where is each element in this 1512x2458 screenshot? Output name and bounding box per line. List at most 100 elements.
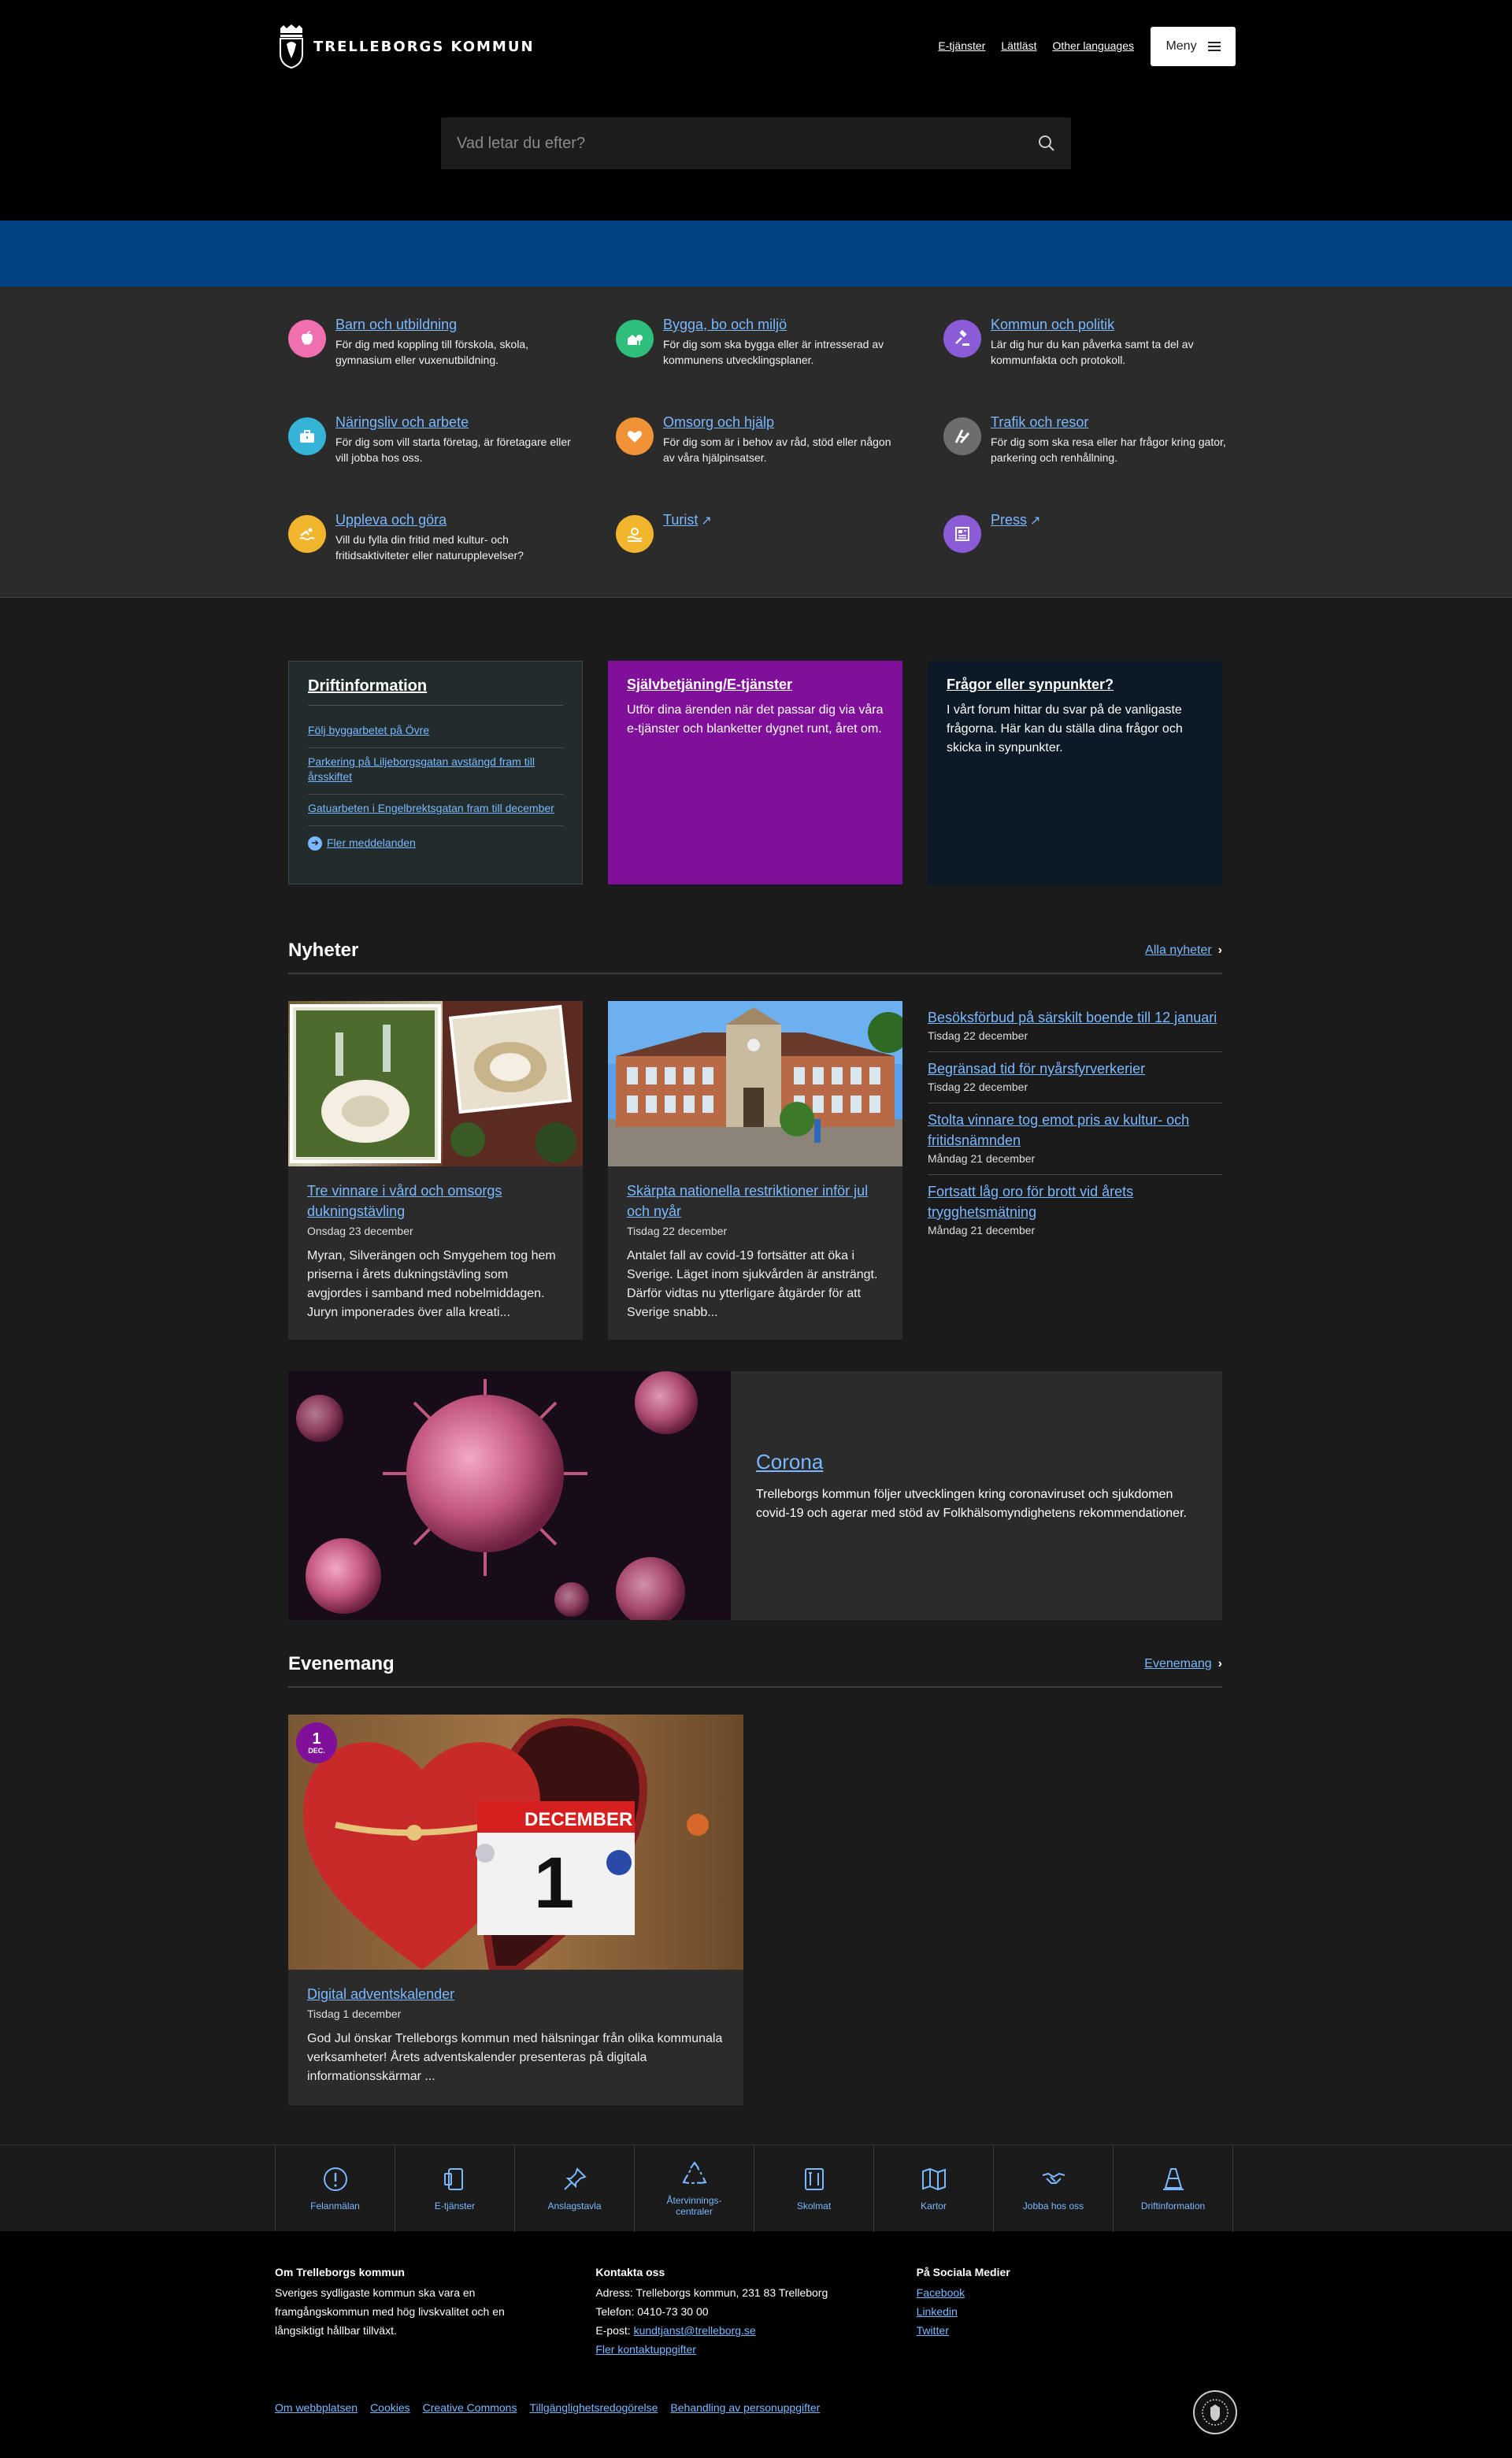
news-card[interactable]: Skärpta nationella restriktioner inför j…	[608, 1001, 902, 1340]
link-e-tjanster[interactable]: E-tjänster	[938, 39, 985, 52]
category-trafik-och-resor[interactable]: Trafik och resor För dig som ska resa ell…	[943, 414, 1251, 484]
category-title[interactable]: Bygga, bo och miljö	[663, 317, 787, 333]
linkedin-link[interactable]: Linkedin	[917, 2302, 1237, 2321]
more-messages-link[interactable]: ➜ Fler meddelanden	[308, 826, 563, 860]
swimmer-icon	[288, 515, 326, 553]
category-press[interactable]: Press ↗	[943, 512, 1251, 581]
drift-item[interactable]: Följ byggarbetet på Övre	[308, 717, 563, 748]
gavel-icon	[943, 320, 981, 358]
event-date-badge: 1 DEC.	[296, 1722, 337, 1763]
drift-item[interactable]: Parkering på Liljeborgsgatan avstängd fr…	[308, 748, 563, 795]
quicklink-label: Jobba hos oss	[1022, 2200, 1084, 2211]
footer-email-link[interactable]: kundtjanst@trelleborg.se	[634, 2324, 756, 2337]
category-title[interactable]: Omsorg och hjälp	[663, 414, 774, 431]
quicklink-label: Kartor	[921, 2200, 947, 2211]
feedback-title[interactable]: Frågor eller synpunkter?	[947, 677, 1203, 693]
exclamation-icon	[323, 2167, 347, 2191]
self-service-box[interactable]: Självbetjäning/E-tjänster Utför dina äre…	[608, 661, 902, 884]
self-service-text: Utför dina ärenden när det passar dig vi…	[627, 703, 884, 736]
news-title[interactable]: Tre vinnare i vård och omsorgs dukningst…	[307, 1181, 564, 1222]
quicklink-driftinformation[interactable]: Driftinformation	[1114, 2145, 1233, 2232]
external-link-icon: ↗	[1030, 514, 1041, 528]
category-uppleva-och-gora[interactable]: Uppleva och göra Vill du fylla din fritid…	[288, 512, 616, 581]
corona-title[interactable]: Corona	[756, 1450, 1197, 1474]
category-title[interactable]: Press	[991, 512, 1027, 528]
facebook-link[interactable]: Facebook	[917, 2283, 1237, 2302]
news-list-date: Måndag 21 december	[928, 1152, 1036, 1165]
news-list-item[interactable]: Begränsad tid för nyårsfyrverkerier Tisd…	[928, 1052, 1222, 1103]
quicklink-jobba-hos-oss[interactable]: Jobba hos oss	[994, 2145, 1114, 2232]
quicklink-atervinningscentraler[interactable]: Återvinnings- centraler	[635, 2145, 754, 2232]
category-title[interactable]: Uppleva och göra	[335, 512, 447, 528]
search-icon[interactable]	[1038, 135, 1055, 152]
link-om-webbplatsen[interactable]: Om webbplatsen	[275, 2401, 358, 2414]
link-creative-commons[interactable]: Creative Commons	[423, 2401, 517, 2414]
event-card[interactable]: DECEMBER 1 1 DEC. Digital adventskalende…	[288, 1715, 743, 2105]
menu-button[interactable]: Meny	[1151, 27, 1236, 66]
news-list-date: Måndag 21 december	[928, 1224, 1036, 1236]
category-desc: För dig som är i behov av råd, stöd elle…	[663, 436, 891, 464]
category-title[interactable]: Kommun och politik	[991, 317, 1114, 333]
link-behandling-av-personuppgifter[interactable]: Behandling av personuppgifter	[670, 2401, 820, 2414]
footer-about-title: Om Trelleborgs kommun	[275, 2266, 405, 2278]
link-tillganglighetsredogorelse[interactable]: Tillgänglighetsredogörelse	[529, 2401, 658, 2414]
category-barn-och-utbildning[interactable]: Barn och utbildning För dig med koppling …	[288, 317, 616, 386]
news-list-item[interactable]: Besöksförbud på särskilt boende till 12 …	[928, 1001, 1222, 1052]
link-other-languages[interactable]: Other languages	[1052, 39, 1134, 52]
category-turist[interactable]: Turist ↗	[616, 512, 943, 581]
news-list-title[interactable]: Besöksförbud på särskilt boende till 12 …	[928, 1007, 1222, 1028]
category-naringsliv-och-arbete[interactable]: Näringsliv och arbete För dig som vill st…	[288, 414, 616, 484]
virus-image	[288, 1371, 731, 1620]
category-desc: För dig som ska resa eller har frågor kr…	[991, 436, 1226, 464]
link-lattlast[interactable]: Lättläst	[1001, 39, 1036, 52]
chevron-right-icon: ›	[1217, 944, 1222, 957]
category-desc: För dig som ska bygga eller är intresser…	[663, 338, 884, 366]
footer-more-contact-link[interactable]: Fler kontaktuppgifter	[595, 2343, 696, 2356]
quicklink-anslagstavla[interactable]: Anslagstavla	[515, 2145, 635, 2232]
tablet-icon	[443, 2168, 463, 2190]
top-links: E-tjänster Lättläst Other languages	[938, 39, 1134, 52]
category-title[interactable]: Näringsliv och arbete	[335, 414, 469, 431]
category-title[interactable]: Turist	[663, 512, 698, 528]
footer-social: På Sociala Medier Facebook Linkedin Twit…	[917, 2263, 1237, 2359]
chevron-right-icon: ›	[1217, 1657, 1222, 1670]
link-cookies[interactable]: Cookies	[370, 2401, 410, 2414]
category-kommun-och-politik[interactable]: Kommun och politik Lär dig hur du kan påv…	[943, 317, 1251, 386]
search-bar[interactable]: Vad letar du efter?	[441, 117, 1071, 169]
quicklink-e-tjanster[interactable]: E-tjänster	[395, 2145, 515, 2232]
quicklink-felanmalan[interactable]: Felanmälan	[276, 2145, 395, 2232]
all-events-link[interactable]: Evenemang ›	[1144, 1657, 1222, 1671]
all-news-link[interactable]: Alla nyheter ›	[1145, 944, 1222, 958]
news-list-item[interactable]: Fortsatt låg oro för brott vid årets try…	[928, 1175, 1222, 1246]
news-header: Nyheter Alla nyheter ›	[288, 940, 1222, 974]
twitter-link[interactable]: Twitter	[917, 2321, 1237, 2340]
recycle-icon	[681, 2161, 707, 2184]
category-omsorg-och-hjalp[interactable]: Omsorg och hjälp För dig som är i behov a…	[616, 414, 943, 484]
category-desc: För dig som vill starta företag, är före…	[335, 436, 571, 464]
news-list-item[interactable]: Stolta vinnare tog emot pris av kultur- …	[928, 1103, 1222, 1175]
news-card[interactable]: Tre vinnare i vård och omsorgs dukningst…	[288, 1001, 583, 1340]
corona-banner[interactable]: Corona Trelleborgs kommun följer utveckl…	[288, 1371, 1222, 1620]
drift-item[interactable]: Gatuarbeten i Engelbrektsgatan fram till…	[308, 795, 563, 826]
drift-title[interactable]: Driftinformation	[308, 677, 563, 706]
news-image-table-setting	[288, 1001, 583, 1166]
news-section: Tre vinnare i vård och omsorgs dukningst…	[288, 1001, 1237, 1340]
news-list-title[interactable]: Begränsad tid för nyårsfyrverkerier	[928, 1058, 1222, 1079]
site-logo[interactable]: TRELLEBORGS KOMMUN	[277, 24, 535, 69]
footer-address: Adress: Trelleborgs kommun, 231 83 Trell…	[595, 2286, 828, 2299]
news-list-title[interactable]: Stolta vinnare tog emot pris av kultur- …	[928, 1110, 1222, 1151]
category-title[interactable]: Trafik och resor	[991, 414, 1088, 431]
feedback-box[interactable]: Frågor eller synpunkter? I vårt forum hi…	[928, 661, 1222, 884]
beach-icon	[616, 515, 654, 553]
event-title[interactable]: Digital adventskalender	[307, 1984, 724, 2004]
more-messages-label: Fler meddelanden	[327, 836, 416, 849]
search-input[interactable]: Vad letar du efter?	[457, 135, 1038, 153]
news-list-title[interactable]: Fortsatt låg oro för brott vid årets try…	[928, 1181, 1222, 1222]
category-section: Barn och utbildning För dig med koppling …	[0, 287, 1512, 598]
self-service-title[interactable]: Självbetjäning/E-tjänster	[627, 677, 884, 693]
category-title[interactable]: Barn och utbildning	[335, 317, 457, 333]
quicklink-kartor[interactable]: Kartor	[874, 2145, 994, 2232]
category-bygga-bo-och-miljo[interactable]: Bygga, bo och miljö För dig som ska bygga…	[616, 317, 943, 386]
news-title[interactable]: Skärpta nationella restriktioner inför j…	[627, 1181, 884, 1222]
quicklink-skolmat[interactable]: Skolmat	[754, 2145, 874, 2232]
